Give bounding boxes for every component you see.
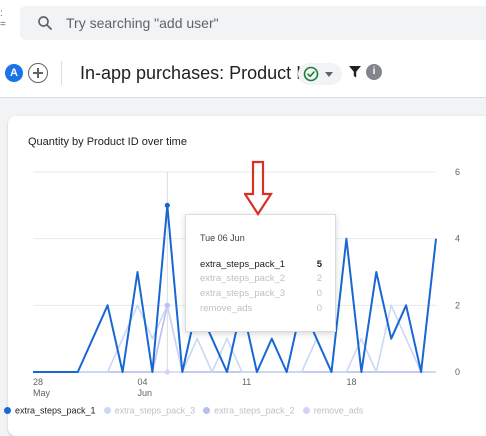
highlight-point-extra-steps-pack-2 <box>164 302 170 308</box>
chart-legend: extra_steps_pack_1 extra_steps_pack_3 extr… <box>4 405 371 419</box>
highlight-point-remove-ads <box>164 369 170 375</box>
legend-item[interactable]: extra_steps_pack_3 <box>103 405 196 416</box>
tooltip-series-name: extra_steps_pack_2 <box>200 273 286 284</box>
annotation-arrow-icon <box>244 160 274 216</box>
tooltip-series-name: extra_steps_pack_1 <box>200 259 286 270</box>
x-tick-sublabel: May <box>33 388 51 398</box>
line-chart[interactable]: 0 2 4 6 28May 04Jun 11 18 <box>0 0 486 423</box>
tooltip-series-name: extra_steps_pack_3 <box>200 288 286 299</box>
y-tick-label: 0 <box>455 367 460 377</box>
x-tick-sublabel: Jun <box>137 388 152 398</box>
x-tick-label: 18 <box>346 377 356 387</box>
highlight-point-extra-steps-pack-1 <box>164 202 170 208</box>
chart-tooltip: Tue 06 Jun extra_steps_pack_1 5 extra_st… <box>185 214 336 332</box>
tooltip-series-name: remove_ads <box>200 303 253 314</box>
legend-label: remove_ads <box>313 405 364 416</box>
legend-item[interactable]: extra_steps_pack_2 <box>203 405 295 416</box>
x-tick-label: 11 <box>242 377 251 387</box>
legend-item[interactable]: remove_ads <box>302 405 364 416</box>
legend-label: extra_steps_pack_2 <box>214 405 295 416</box>
legend-swatch <box>4 407 11 415</box>
legend-swatch <box>103 407 111 415</box>
tooltip-series-value: 5 <box>316 259 322 270</box>
legend-label: extra_steps_pack_1 <box>15 405 96 416</box>
legend-swatch <box>203 407 211 415</box>
x-tick-label: 04 <box>137 377 147 387</box>
legend-label: extra_steps_pack_3 <box>114 405 196 416</box>
tooltip-series-value: 2 <box>316 273 322 284</box>
tooltip-date: Tue 06 Jun <box>200 233 245 243</box>
tooltip-series-value: 0 <box>316 303 322 314</box>
y-tick-label: 4 <box>455 234 460 244</box>
legend-swatch <box>302 407 310 415</box>
y-tick-label: 2 <box>455 300 460 310</box>
tooltip-series-value: 0 <box>316 288 322 299</box>
y-tick-label: 6 <box>455 167 460 177</box>
legend-item[interactable]: extra_steps_pack_1 <box>4 405 96 416</box>
x-tick-label: 28 <box>33 377 43 387</box>
